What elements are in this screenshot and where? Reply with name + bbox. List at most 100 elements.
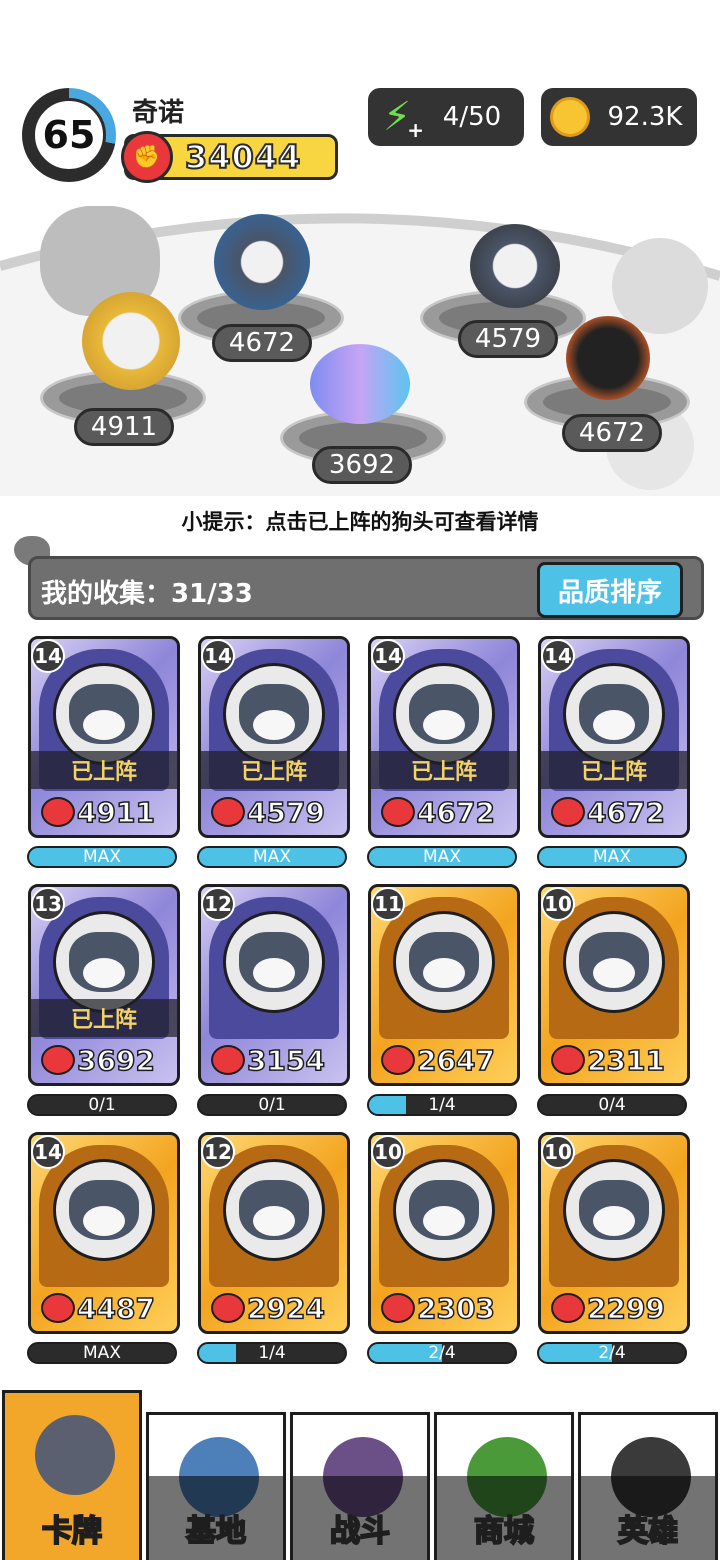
card-progress-bar: MAX xyxy=(27,846,177,868)
dog-card[interactable]: 11 2647 xyxy=(368,884,520,1086)
dog-card-icon xyxy=(35,1415,115,1495)
card-progress-bar: MAX xyxy=(197,846,347,868)
coin-counter[interactable]: 92.3K xyxy=(541,88,697,146)
arena-score-badge: 3692 xyxy=(312,446,412,484)
card-progress-bar: MAX xyxy=(27,1342,177,1364)
progress-text: 1/4 xyxy=(428,1095,456,1115)
progress-text: 2/4 xyxy=(428,1343,456,1363)
deployed-dog-head[interactable] xyxy=(566,316,650,400)
progress-text: 0/1 xyxy=(258,1095,286,1115)
card-level-badge: 10 xyxy=(541,887,575,921)
card-power: 2299 xyxy=(551,1289,677,1327)
dog-portrait xyxy=(53,911,155,1013)
dog-card[interactable]: 12 2924 xyxy=(198,1132,350,1334)
card-progress-bar: 0/1 xyxy=(197,1094,347,1116)
card-level-badge: 13 xyxy=(31,887,65,921)
total-power-value: 34044 xyxy=(184,137,302,177)
deployed-label: 已上阵 xyxy=(541,751,687,789)
dog-card[interactable]: 14 已上阵 4672 xyxy=(538,636,690,838)
card-power: 3692 xyxy=(41,1041,167,1079)
card-power: 4579 xyxy=(211,793,337,831)
boxing-glove-icon xyxy=(211,1045,245,1075)
dog-card[interactable]: 10 2311 xyxy=(538,884,690,1086)
player-level-ring[interactable]: 65 xyxy=(22,88,116,182)
dog-card[interactable]: 14 4487 xyxy=(28,1132,180,1334)
dog-portrait xyxy=(393,663,495,765)
nav-tab-0[interactable]: 卡牌 xyxy=(2,1390,142,1560)
boxing-glove-icon xyxy=(211,797,245,827)
dog-portrait xyxy=(393,1159,495,1261)
card-level-badge: 12 xyxy=(201,887,235,921)
dog-card[interactable]: 13 已上阵 3692 xyxy=(28,884,180,1086)
deployed-dog-head[interactable] xyxy=(310,344,410,424)
dog-face-icon xyxy=(239,1180,309,1240)
card-power: 4487 xyxy=(41,1289,167,1327)
dog-portrait xyxy=(393,911,495,1013)
player-level: 65 xyxy=(32,98,106,172)
dog-card[interactable]: 14 已上阵 4911 xyxy=(28,636,180,838)
dog-card[interactable]: 12 3154 xyxy=(198,884,350,1086)
deployed-label: 已上阵 xyxy=(31,999,177,1037)
progress-text: MAX xyxy=(83,1343,121,1363)
card-power-value: 4487 xyxy=(76,1291,155,1326)
card-power-value: 2311 xyxy=(586,1043,665,1078)
arena-score-badge: 4911 xyxy=(74,408,174,446)
progress-text: MAX xyxy=(83,847,121,867)
card-power-value: 4579 xyxy=(246,795,325,830)
card-power-value: 3154 xyxy=(246,1043,325,1078)
boxing-glove-icon xyxy=(381,1293,415,1323)
energy-bolt-icon: ⚡ + xyxy=(382,94,424,142)
progress-text: MAX xyxy=(423,847,461,867)
player-name: 奇诺 xyxy=(132,98,185,128)
dog-portrait xyxy=(53,663,155,765)
nav-tab-4[interactable]: 英雄 xyxy=(578,1412,718,1560)
card-progress-bar: MAX xyxy=(367,846,517,868)
quality-sort-button[interactable]: 品质排序 xyxy=(537,562,683,618)
energy-value: 4/50 xyxy=(442,102,502,132)
dog-portrait xyxy=(563,1159,665,1261)
card-progress-bar: 2/4 xyxy=(367,1342,517,1364)
nav-tab-3[interactable]: 商城 xyxy=(434,1412,574,1560)
card-level-badge: 14 xyxy=(31,639,65,673)
bottom-nav: 卡牌 基地 战斗 商城 英雄 xyxy=(0,1390,720,1560)
nav-tab-1[interactable]: 基地 xyxy=(146,1412,286,1560)
card-power: 2303 xyxy=(381,1289,507,1327)
deployed-dog-head[interactable] xyxy=(470,224,560,308)
dog-card[interactable]: 10 2303 xyxy=(368,1132,520,1334)
dog-face-icon xyxy=(239,932,309,992)
dog-card[interactable]: 14 已上阵 4672 xyxy=(368,636,520,838)
card-level-badge: 14 xyxy=(31,1135,65,1169)
boxing-glove-icon xyxy=(41,1293,75,1323)
card-power: 2647 xyxy=(381,1041,507,1079)
dog-face-icon xyxy=(579,1180,649,1240)
dog-card[interactable]: 10 2299 xyxy=(538,1132,690,1334)
nav-label: 卡牌 xyxy=(41,1513,103,1550)
dog-card[interactable]: 14 已上阵 4579 xyxy=(198,636,350,838)
total-power-display: ✊ 34044 xyxy=(121,131,338,183)
deployed-dog-head[interactable] xyxy=(214,214,310,310)
nav-label: 英雄 xyxy=(617,1513,679,1550)
nav-label: 商城 xyxy=(473,1513,535,1550)
nav-tab-2[interactable]: 战斗 xyxy=(290,1412,430,1560)
collection-bar: 我的收集：31/33 品质排序 xyxy=(28,556,704,620)
card-progress-bar: 1/4 xyxy=(197,1342,347,1364)
energy-counter[interactable]: ⚡ + 4/50 xyxy=(368,88,524,146)
boxing-glove-icon xyxy=(211,1293,245,1323)
progress-text: 0/4 xyxy=(598,1095,626,1115)
deployed-dog-head[interactable] xyxy=(82,292,180,390)
card-power: 4672 xyxy=(381,793,507,831)
card-power: 4911 xyxy=(41,793,167,831)
boxing-glove-icon xyxy=(551,797,585,827)
dog-face-icon xyxy=(69,1180,139,1240)
boxing-glove-icon xyxy=(551,1293,585,1323)
card-progress-bar: MAX xyxy=(537,846,687,868)
boxing-glove-icon xyxy=(381,797,415,827)
card-progress-bar: 2/4 xyxy=(537,1342,687,1364)
card-level-badge: 14 xyxy=(541,639,575,673)
boxing-glove-icon: ✊ xyxy=(121,131,173,183)
card-progress-bar: 0/1 xyxy=(27,1094,177,1116)
card-power-value: 4672 xyxy=(416,795,495,830)
card-level-badge: 10 xyxy=(541,1135,575,1169)
progress-text: 1/4 xyxy=(258,1343,286,1363)
boxing-glove-icon xyxy=(381,1045,415,1075)
